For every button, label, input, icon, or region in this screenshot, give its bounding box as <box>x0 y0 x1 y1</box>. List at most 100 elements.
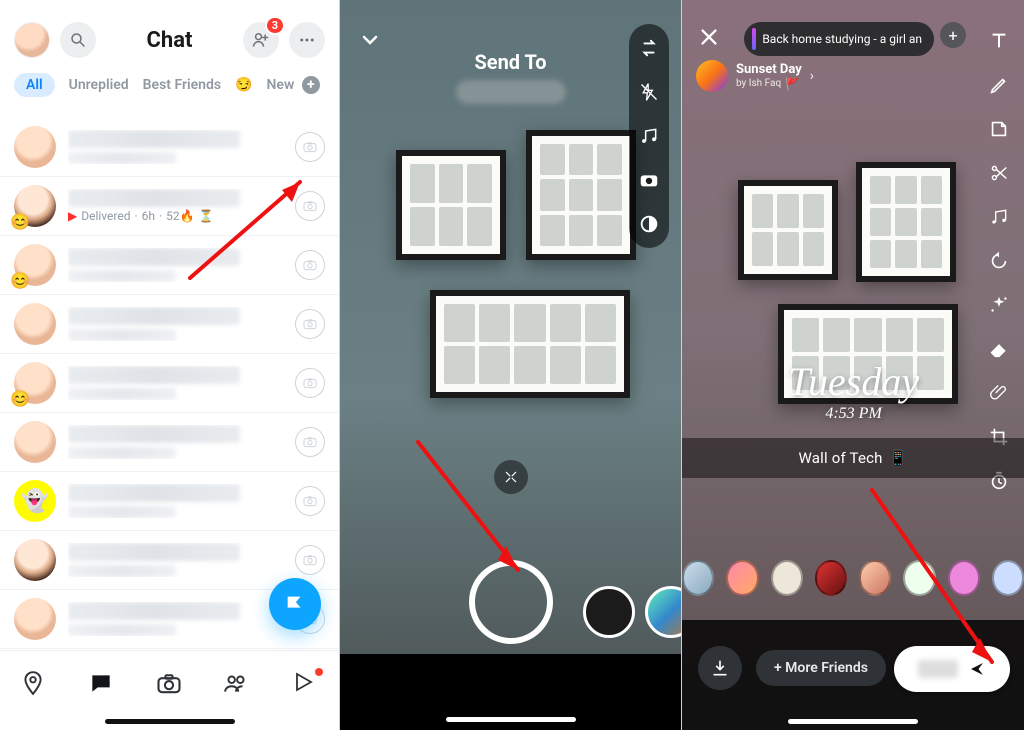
filter-thumb[interactable] <box>992 560 1024 596</box>
music-title: Back home studying - a girl an <box>762 32 922 46</box>
music-pill[interactable]: Back home studying - a girl an <box>744 22 934 56</box>
filter-thumb-icon <box>696 60 728 92</box>
chat-row[interactable] <box>0 118 339 177</box>
filter-emoji[interactable]: 😏 <box>235 73 252 97</box>
chat-row[interactable]: 😊 <box>0 354 339 413</box>
row-camera-button[interactable] <box>295 250 325 280</box>
tab-stories[interactable] <box>223 670 251 698</box>
filter-best-friends[interactable]: Best Friends <box>143 73 221 97</box>
magic-tool[interactable] <box>986 292 1012 318</box>
camera-icon <box>302 493 318 509</box>
filter-tabs: All Unreplied Best Friends 😏 New + <box>0 68 339 108</box>
swap-camera-button[interactable] <box>635 34 663 62</box>
more-friends-button[interactable]: + More Friends <box>756 650 886 686</box>
add-music-button[interactable]: + <box>940 22 966 48</box>
text-icon <box>988 30 1010 52</box>
compose-icon <box>284 593 306 615</box>
row-camera-button[interactable] <box>295 191 325 221</box>
scissors-tool[interactable] <box>986 160 1012 186</box>
camera-roll-button[interactable] <box>635 166 663 194</box>
caption-bar[interactable]: Wall of Tech 📱 <box>682 438 1024 478</box>
flash-button[interactable] <box>635 78 663 106</box>
lens-carousel[interactable] <box>583 586 683 638</box>
chat-list: 😊 ▶ Delivered · 6h · 52🔥 ⏳ <box>0 118 339 650</box>
row-camera-button[interactable] <box>295 545 325 575</box>
chat-row[interactable]: 😊 <box>0 236 339 295</box>
wall-frames <box>396 130 646 410</box>
expand-button[interactable] <box>494 460 528 494</box>
flag-icon: 🚩 <box>785 77 800 91</box>
flash-off-icon <box>639 82 659 102</box>
new-chat-button[interactable] <box>269 578 321 630</box>
avatar <box>14 421 56 463</box>
filter-thumb[interactable] <box>682 560 714 596</box>
row-camera-button[interactable] <box>295 309 325 339</box>
day-sticker[interactable]: Tuesday 4:53 PM <box>788 358 919 423</box>
filter-thumb[interactable] <box>815 560 847 596</box>
chat-row[interactable] <box>0 295 339 354</box>
tab-map[interactable] <box>20 670 48 698</box>
attachment-tool[interactable] <box>986 380 1012 406</box>
back-button[interactable] <box>358 28 382 52</box>
filter-thumb[interactable] <box>726 560 758 596</box>
filter-thumb[interactable] <box>903 560 935 596</box>
sparkle-icon <box>988 294 1010 316</box>
row-camera-button[interactable] <box>295 486 325 516</box>
more-button[interactable] <box>289 22 325 58</box>
home-indicator <box>105 719 235 724</box>
expand-icon <box>504 470 518 484</box>
filter-new[interactable]: New + <box>267 72 320 98</box>
text-tool[interactable] <box>986 28 1012 54</box>
contrast-icon <box>638 213 660 235</box>
chat-row[interactable]: 👻 <box>0 472 339 531</box>
music-button[interactable] <box>635 122 663 150</box>
filter-thumb[interactable] <box>771 560 803 596</box>
night-mode-button[interactable] <box>635 210 663 238</box>
save-button[interactable] <box>698 646 742 690</box>
my-avatar[interactable] <box>14 22 50 58</box>
sticker-icon <box>988 118 1010 140</box>
add-friend-button[interactable]: 3 <box>243 22 279 58</box>
lens-item[interactable] <box>583 586 635 638</box>
filter-thumb[interactable] <box>859 560 891 596</box>
tab-camera[interactable] <box>155 670 183 698</box>
music-tool[interactable] <box>986 204 1012 230</box>
draw-tool[interactable] <box>986 72 1012 98</box>
row-subtitle: ▶ Delivered · 6h · 52🔥 ⏳ <box>68 209 283 223</box>
close-button[interactable] <box>698 26 720 48</box>
name-redacted <box>68 366 240 384</box>
shutter-button[interactable] <box>469 560 553 644</box>
filter-strip[interactable] <box>682 560 1024 596</box>
filter-unreplied[interactable]: Unreplied <box>69 73 129 97</box>
row-camera-button[interactable] <box>295 427 325 457</box>
row-camera-button[interactable] <box>295 368 325 398</box>
rewind-tool[interactable] <box>986 248 1012 274</box>
play-icon <box>291 670 315 694</box>
tab-chat[interactable] <box>88 670 116 698</box>
map-pin-icon <box>20 670 46 696</box>
sub-redacted <box>68 388 176 400</box>
send-button[interactable] <box>894 646 1010 692</box>
filter-author: by Ish Faq🚩 <box>736 77 802 91</box>
geofilter-pill[interactable]: Sunset Day by Ish Faq🚩 › <box>696 60 814 92</box>
lens-item[interactable] <box>645 586 683 638</box>
eraser-tool[interactable] <box>986 336 1012 362</box>
search-button[interactable] <box>60 22 96 58</box>
chat-row[interactable]: 😊 ▶ Delivered · 6h · 52🔥 ⏳ <box>0 177 339 236</box>
send-to-title: Send To <box>474 50 546 74</box>
camera-icon <box>302 375 318 391</box>
chat-row[interactable] <box>0 413 339 472</box>
filter-all[interactable]: All <box>14 73 55 97</box>
camera-icon <box>302 257 318 273</box>
best-friend-emoji: 😊 <box>10 212 30 231</box>
sticker-tool[interactable] <box>986 116 1012 142</box>
camera-icon <box>302 139 318 155</box>
filter-thumb[interactable] <box>948 560 980 596</box>
page-title: Chat <box>147 28 193 53</box>
people-icon <box>223 670 249 696</box>
avatar: 😊 <box>14 244 56 286</box>
name-redacted <box>68 189 240 207</box>
camera-icon <box>302 552 318 568</box>
row-camera-button[interactable] <box>295 132 325 162</box>
tab-spotlight[interactable] <box>291 670 319 698</box>
